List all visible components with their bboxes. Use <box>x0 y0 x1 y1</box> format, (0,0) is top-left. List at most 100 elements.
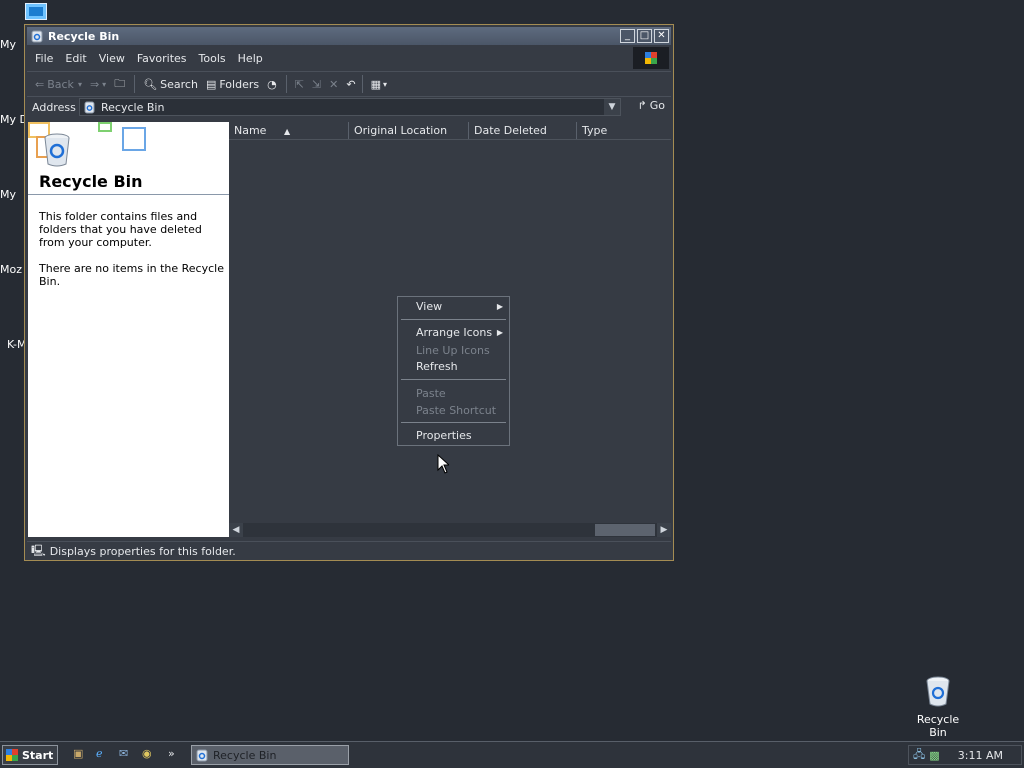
back-dropdown-icon: ▾ <box>77 79 82 89</box>
taskbar-button-recycle-bin[interactable]: Recycle Bin <box>191 745 349 765</box>
column-label: Name <box>234 124 267 137</box>
desktop-recycle-bin[interactable]: Recycle Bin <box>908 676 968 739</box>
search-button[interactable]: 🔍︎ Search <box>143 78 198 91</box>
menu-bar: File Edit View Favorites Tools Help <box>27 47 671 69</box>
forward-dropdown-icon: ▾ <box>102 79 107 89</box>
column-header-original-location[interactable]: Original Location <box>349 122 469 139</box>
desktop-computer-icon[interactable] <box>25 3 47 20</box>
back-arrow-icon: ⇐ <box>35 77 45 91</box>
task-pane-empty-note: There are no items in the Recycle Bin. <box>39 262 224 288</box>
up-folder-icon: 🗀 <box>114 76 126 90</box>
clock[interactable]: 3:11 AM <box>958 749 1003 762</box>
column-header-date-deleted[interactable]: Date Deleted <box>469 122 577 139</box>
recycle-bin-icon <box>84 101 95 113</box>
internet-explorer-icon[interactable]: ℯ <box>96 747 112 763</box>
mouse-cursor-icon <box>437 454 449 474</box>
task-pane-title: Recycle Bin <box>39 172 143 191</box>
desktop-item-mozilla[interactable]: Moz <box>0 263 22 276</box>
outlook-express-icon[interactable]: ✉ <box>119 747 135 763</box>
minimize-button[interactable]: _ <box>620 29 635 43</box>
menu-item-refresh[interactable]: Refresh <box>416 360 458 373</box>
up-folder-button[interactable]: 🗀 <box>114 75 128 94</box>
copy-to-button[interactable]: ⇲ <box>312 78 321 91</box>
recycle-bin-icon <box>31 30 43 43</box>
sort-ascending-icon: ▲ <box>283 127 291 136</box>
status-text: Displays properties for this folder. <box>49 545 236 558</box>
divider <box>28 194 229 195</box>
column-header-type[interactable]: Type <box>577 122 671 139</box>
folders-icon: ▤ <box>205 77 217 91</box>
windows-logo-icon <box>633 47 669 69</box>
history-button[interactable]: ◔ <box>267 78 280 91</box>
system-tray: 🖧 ▩ 3:11 AM <box>908 745 1022 765</box>
horizontal-scrollbar[interactable]: ◀ ▶ <box>229 523 671 537</box>
desktop-item-my-network[interactable]: My <box>0 188 16 201</box>
search-label: Search <box>160 77 198 91</box>
views-dropdown-icon: ▾ <box>382 79 387 89</box>
menu-item-arrange-icons[interactable]: Arrange Icons <box>416 326 492 339</box>
maximize-button[interactable]: □ <box>637 29 652 43</box>
computer-icon: 🖳 <box>31 544 46 557</box>
copy-to-icon: ⇲ <box>311 77 322 91</box>
scroll-left-icon[interactable]: ◀ <box>229 523 243 537</box>
views-button[interactable]: ▦ ▾ <box>371 78 387 91</box>
media-player-icon[interactable]: ◉ <box>142 747 158 763</box>
undo-icon: ↶ <box>346 77 356 91</box>
menu-item-line-up-icons[interactable]: Line Up Icons <box>416 344 490 357</box>
menu-edit[interactable]: Edit <box>65 52 86 65</box>
decoration <box>122 127 146 151</box>
back-button[interactable]: ⇐ Back ▾ <box>35 78 82 91</box>
delete-button[interactable]: ✕ <box>329 78 338 91</box>
recycle-bin-icon <box>926 676 950 707</box>
menu-separator <box>401 422 506 423</box>
folders-label: Folders <box>219 77 260 91</box>
menu-help[interactable]: Help <box>238 52 263 65</box>
menu-item-paste[interactable]: Paste <box>416 387 446 400</box>
go-button[interactable]: ↱ Go <box>638 99 665 112</box>
menu-item-properties[interactable]: Properties <box>416 429 472 442</box>
undo-button[interactable]: ↶ <box>346 78 355 91</box>
close-button[interactable]: ✕ <box>654 29 669 43</box>
address-value: Recycle Bin <box>101 100 165 114</box>
context-menu: View ▶ Arrange Icons ▶ Line Up Icons Ref… <box>397 296 510 446</box>
task-pane-header: Recycle Bin <box>28 122 229 194</box>
column-headers: Name ▲ Original Location Date Deleted Ty… <box>229 122 671 140</box>
move-to-icon: ⇱ <box>294 77 304 91</box>
address-dropdown-icon[interactable]: ▼ <box>604 99 620 115</box>
forward-arrow-icon: ⇒ <box>89 77 100 91</box>
address-input[interactable]: Recycle Bin ▼ <box>79 98 621 116</box>
menu-view[interactable]: View <box>99 52 125 65</box>
quick-launch-chevron[interactable]: » <box>168 747 184 763</box>
scroll-right-icon[interactable]: ▶ <box>657 523 671 537</box>
network-icon[interactable]: 🖧 <box>913 746 925 765</box>
toolbar-separator <box>361 75 363 93</box>
show-desktop-icon[interactable]: ▣ <box>73 747 89 763</box>
tray-app-icon[interactable]: ▩ <box>929 749 939 762</box>
windows-flag-icon <box>6 749 18 761</box>
menu-item-view[interactable]: View <box>416 300 442 313</box>
start-button[interactable]: Start <box>2 745 58 765</box>
title-bar[interactable]: Recycle Bin _ □ ✕ <box>27 27 671 45</box>
move-to-button[interactable]: ⇱ <box>295 78 304 91</box>
column-header-name[interactable]: Name ▲ <box>229 122 349 139</box>
go-arrow-icon: ↱ <box>637 99 647 112</box>
taskbar-button-label: Recycle Bin <box>213 748 277 762</box>
folders-button[interactable]: ▤ Folders <box>206 78 259 91</box>
toolbar: ⇐ Back ▾ ⇒ ▾ 🗀 🔍︎ Search ▤ Folders ◔ ⇱ ⇲… <box>27 71 671 97</box>
menu-file[interactable]: File <box>35 52 53 65</box>
menu-favorites[interactable]: Favorites <box>137 52 187 65</box>
submenu-arrow-icon: ▶ <box>496 328 503 337</box>
forward-button[interactable]: ⇒ ▾ <box>90 78 106 91</box>
menu-item-paste-shortcut[interactable]: Paste Shortcut <box>416 404 496 417</box>
views-icon: ▦ <box>370 77 381 91</box>
desktop-recycle-bin-label: Recycle Bin <box>916 713 960 739</box>
task-pane: Recycle Bin This folder contains files a… <box>28 122 229 537</box>
delete-icon: ✕ <box>329 77 339 91</box>
toolbar-separator <box>134 75 136 93</box>
scrollbar-thumb[interactable] <box>595 524 655 536</box>
window-title: Recycle Bin <box>48 29 120 43</box>
menu-tools[interactable]: Tools <box>199 52 226 65</box>
desktop-item-my-documents[interactable]: My <box>0 38 16 51</box>
start-label: Start <box>22 748 54 762</box>
search-icon: 🔍︎ <box>143 77 158 91</box>
